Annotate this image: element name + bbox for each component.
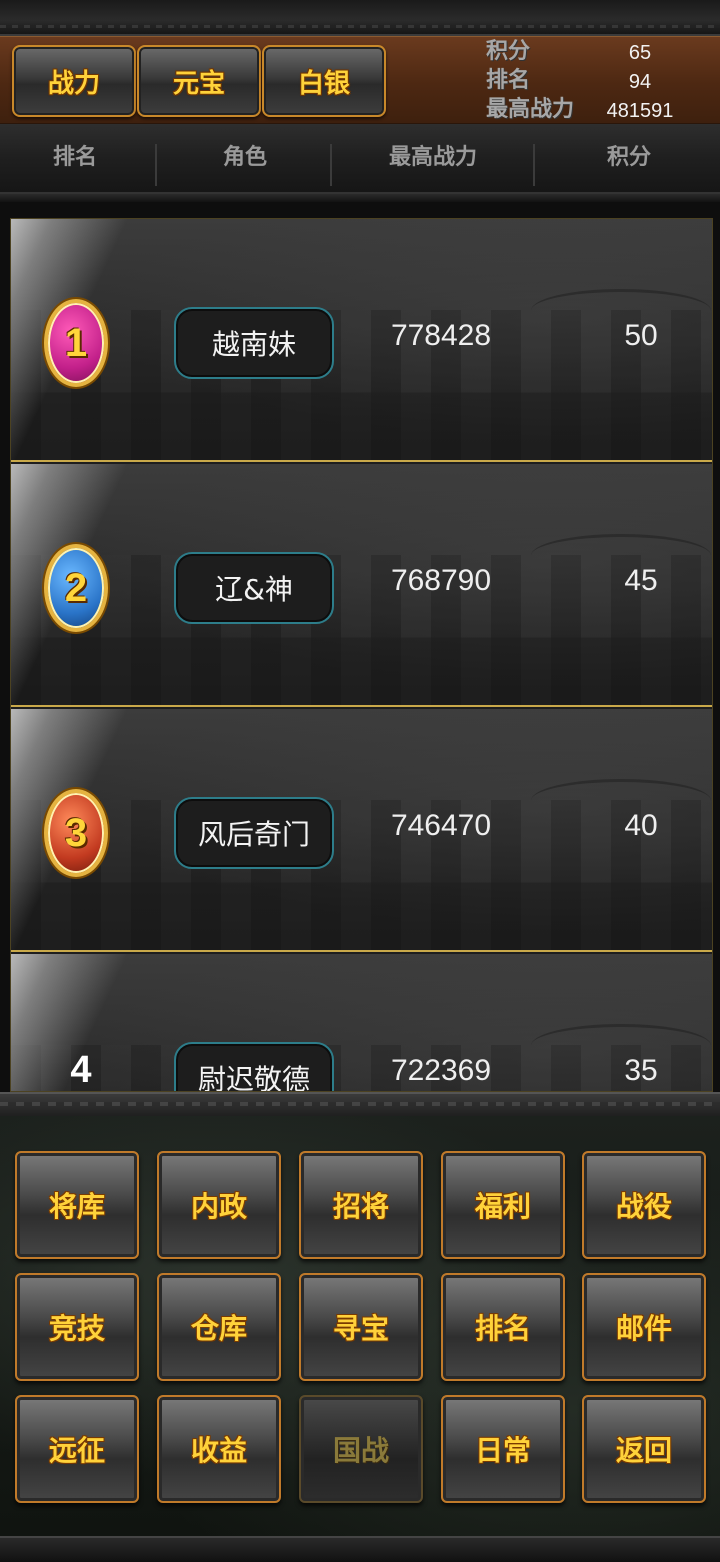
ranking-row[interactable]: 4 尉迟敬德 722369 35 — [11, 954, 712, 1091]
stat-values: 65 94 481591 — [600, 39, 680, 126]
player-name[interactable]: 越南妹 — [174, 307, 334, 379]
menu-button-generals[interactable]: 将库 — [15, 1151, 139, 1259]
panel-divider — [0, 1092, 720, 1118]
bottom-strip — [0, 1536, 720, 1562]
max-power-value: 481591 — [606, 100, 674, 122]
menu-button-welfare[interactable]: 福利 — [441, 1151, 565, 1259]
player-score: 50 — [624, 319, 658, 352]
tab-silver[interactable]: 白银 — [262, 45, 386, 117]
score-label: 积分 — [486, 39, 531, 64]
col-divider — [330, 144, 332, 186]
column-header: 排名 角色 最高战力 积分 — [0, 124, 720, 202]
ranking-row[interactable]: 3 风后奇门 746470 40 — [11, 709, 712, 952]
menu-button-treasure[interactable]: 寻宝 — [299, 1273, 423, 1381]
rank-medal-icon: 3 — [44, 789, 108, 877]
menu-button-recruit[interactable]: 招将 — [299, 1151, 423, 1259]
player-score: 45 — [624, 564, 658, 597]
rank-medal-icon: 2 — [44, 544, 108, 632]
menu-button-back[interactable]: 返回 — [582, 1395, 706, 1503]
player-name[interactable]: 辽&神 — [174, 552, 334, 624]
col-score: 积分 — [606, 145, 651, 170]
col-max-power: 最高战力 — [388, 145, 477, 170]
tab-yuanbao[interactable]: 元宝 — [137, 45, 261, 117]
col-divider — [533, 144, 535, 186]
menu-button-campaign[interactable]: 战役 — [582, 1151, 706, 1259]
ranking-list[interactable]: 1 越南妹 778428 50 2 辽&神 768790 45 3 风后奇门 7… — [10, 218, 713, 1092]
header-bar: 战力 元宝 白银 积分 排名 最高战力 65 94 481591 — [0, 36, 720, 125]
rank-number: 4 — [70, 1049, 92, 1091]
player-power: 768790 — [390, 564, 492, 597]
menu-button-daily[interactable]: 日常 — [441, 1395, 565, 1503]
player-power: 746470 — [390, 809, 492, 842]
menu-button-arena[interactable]: 竞技 — [15, 1273, 139, 1381]
player-power: 778428 — [390, 319, 492, 352]
player-power: 722369 — [390, 1054, 492, 1087]
menu-button-expedition[interactable]: 远征 — [15, 1395, 139, 1503]
player-name[interactable]: 尉迟敬德 — [174, 1042, 334, 1091]
col-divider — [155, 144, 157, 186]
player-score: 40 — [624, 809, 658, 842]
menu-button-income[interactable]: 收益 — [157, 1395, 281, 1503]
col-rank: 排名 — [52, 145, 97, 170]
rank-value: 94 — [628, 71, 652, 93]
menu-button-mail[interactable]: 邮件 — [582, 1273, 706, 1381]
menu-button-nation-war[interactable]: 国战 — [299, 1395, 423, 1503]
menu-button-domestic[interactable]: 内政 — [157, 1151, 281, 1259]
col-role: 角色 — [222, 145, 267, 170]
player-name[interactable]: 风后奇门 — [174, 797, 334, 869]
rank-label: 排名 — [486, 68, 531, 93]
ranking-row[interactable]: 1 越南妹 778428 50 — [11, 219, 712, 462]
tab-power[interactable]: 战力 — [12, 45, 136, 117]
menu-button-ranking[interactable]: 排名 — [441, 1273, 565, 1381]
rank-medal-icon: 1 — [44, 299, 108, 387]
ranking-row[interactable]: 2 辽&神 768790 45 — [11, 464, 712, 707]
menu-button-warehouse[interactable]: 仓库 — [157, 1273, 281, 1381]
bottom-menu-panel: 将库 内政 招将 福利 战役 竞技 仓库 寻宝 排名 邮件 远征 收益 国战 日… — [0, 1116, 720, 1536]
stat-labels: 积分 排名 最高战力 — [486, 37, 596, 124]
max-power-label: 最高战力 — [486, 97, 575, 122]
score-value: 65 — [628, 42, 652, 64]
player-score: 35 — [624, 1054, 658, 1087]
top-strip — [0, 0, 720, 36]
row-shine — [11, 954, 191, 1091]
